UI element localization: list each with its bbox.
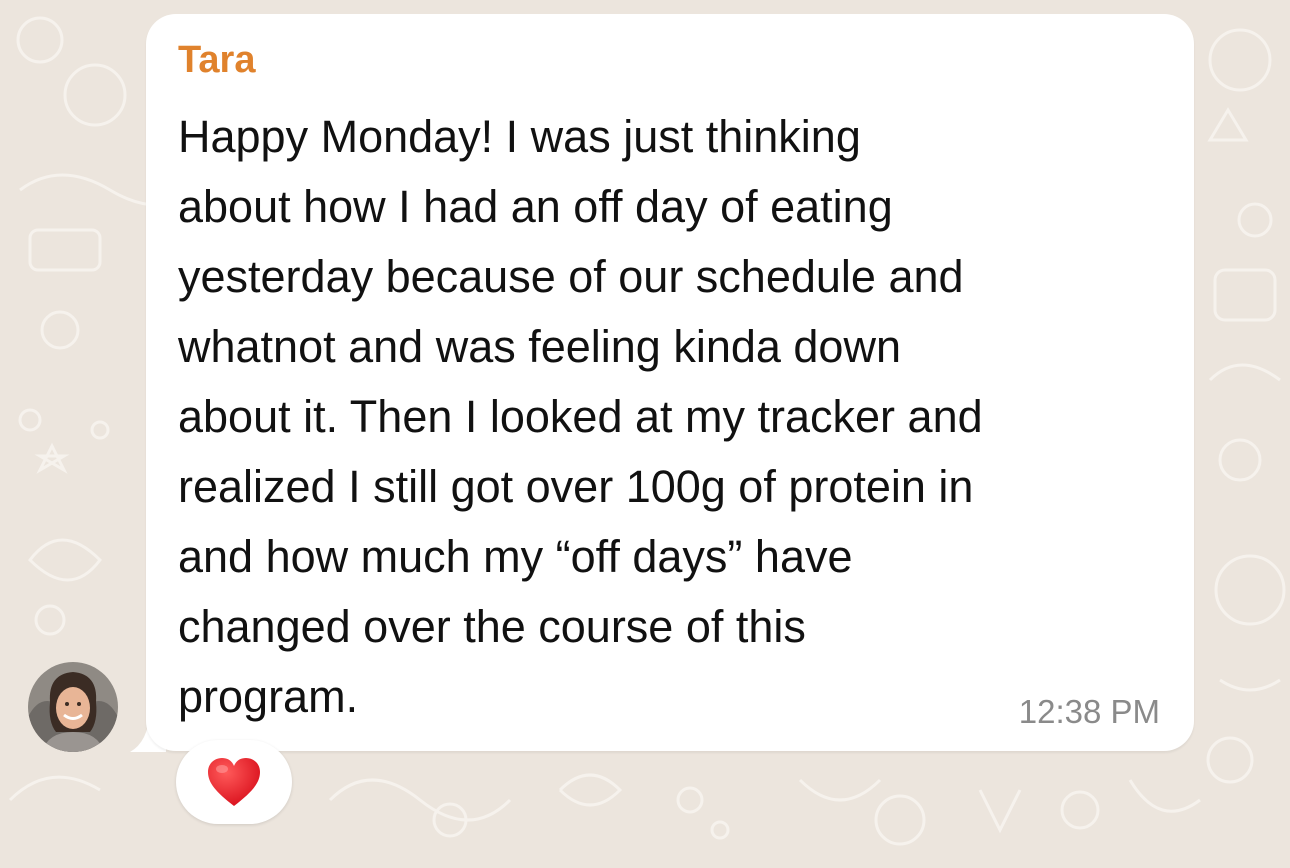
sender-name[interactable]: Tara	[178, 36, 255, 84]
message-timestamp: 12:38 PM	[1018, 693, 1160, 730]
profile-photo-icon	[28, 662, 118, 752]
message-line: changed over the course of this	[178, 601, 806, 652]
message-line: whatnot and was feeling kinda down	[178, 321, 901, 372]
message-line: about it. Then I looked at my tracker an…	[178, 391, 983, 442]
reaction-badge[interactable]	[176, 740, 292, 824]
sender-avatar[interactable]	[28, 662, 118, 752]
red-heart-icon	[208, 758, 260, 806]
message-text: Happy Monday! I was just thinking about …	[178, 102, 1168, 732]
message-bubble[interactable]: Tara Happy Monday! I was just thinking a…	[146, 14, 1194, 751]
message-line: Happy Monday! I was just thinking	[178, 111, 861, 162]
message-line: yesterday because of our schedule and	[178, 251, 964, 302]
message-line: realized I still got over 100g of protei…	[178, 461, 974, 512]
message-line: and how much my “off days” have	[178, 531, 853, 582]
message-line: about how I had an off day of eating	[178, 181, 893, 232]
